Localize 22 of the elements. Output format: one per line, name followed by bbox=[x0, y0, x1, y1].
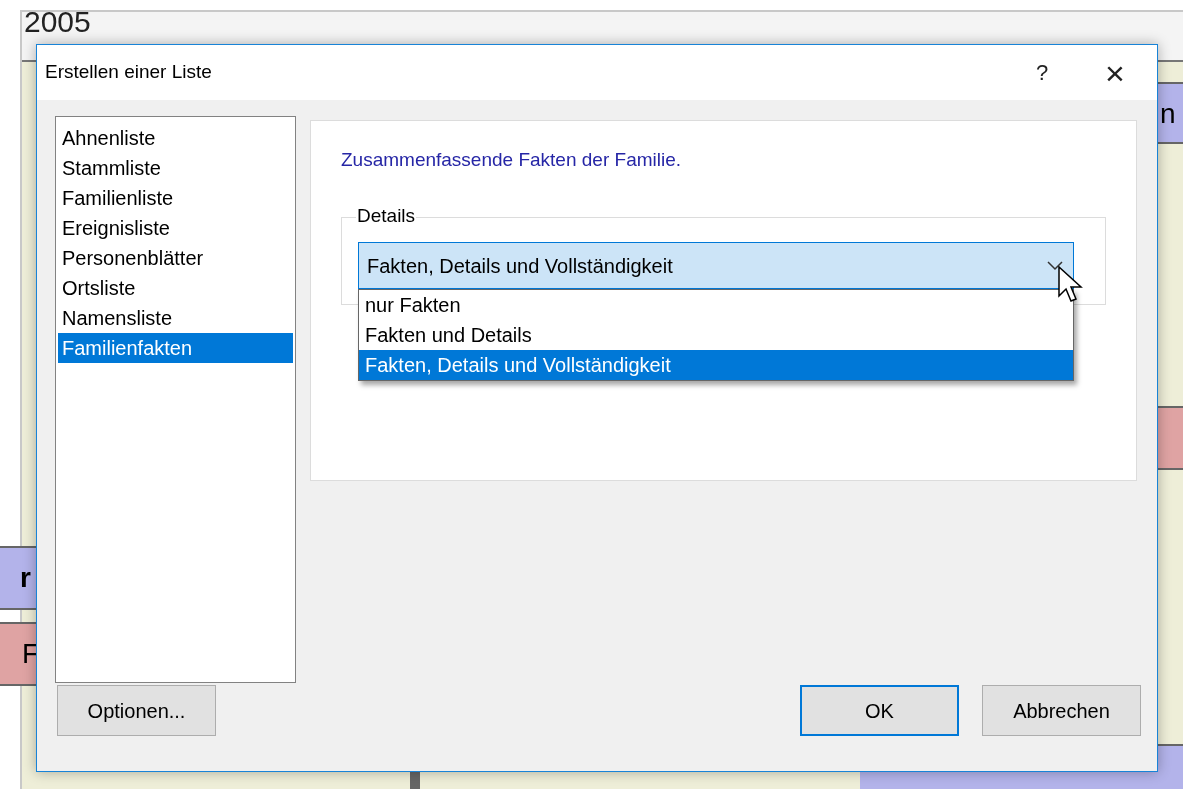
list-item[interactable]: Familienliste bbox=[58, 183, 293, 213]
list-item[interactable]: Stammliste bbox=[58, 153, 293, 183]
dropdown-option[interactable]: Fakten, Details und Vollständigkeit bbox=[359, 350, 1073, 380]
list-item[interactable]: Namensliste bbox=[58, 303, 293, 333]
dropdown-option[interactable]: Fakten und Details bbox=[359, 320, 1073, 350]
chevron-down-icon bbox=[1047, 260, 1063, 271]
node-label: r bbox=[20, 562, 31, 593]
dropdown-option[interactable]: nur Fakten bbox=[359, 290, 1073, 320]
list-item[interactable]: Familienfakten bbox=[58, 333, 293, 363]
list-item[interactable]: Personenblätter bbox=[58, 243, 293, 273]
node-label: n bbox=[1160, 98, 1176, 129]
cancel-button[interactable]: Abbrechen bbox=[982, 685, 1141, 736]
list-item[interactable]: Ahnenliste bbox=[58, 123, 293, 153]
dropdown-field[interactable]: Fakten, Details und Vollständigkeit bbox=[358, 242, 1074, 289]
close-button[interactable]: × bbox=[1085, 52, 1145, 93]
description-text: Zusammenfassende Fakten der Familie. bbox=[341, 148, 683, 172]
options-button[interactable]: Optionen... bbox=[57, 685, 216, 736]
ok-button[interactable]: OK bbox=[800, 685, 959, 736]
help-button[interactable]: ? bbox=[1017, 52, 1067, 93]
list-item[interactable]: Ereignisliste bbox=[58, 213, 293, 243]
window-title: Erstellen einer Liste bbox=[45, 60, 213, 85]
list-item[interactable]: Ortsliste bbox=[58, 273, 293, 303]
